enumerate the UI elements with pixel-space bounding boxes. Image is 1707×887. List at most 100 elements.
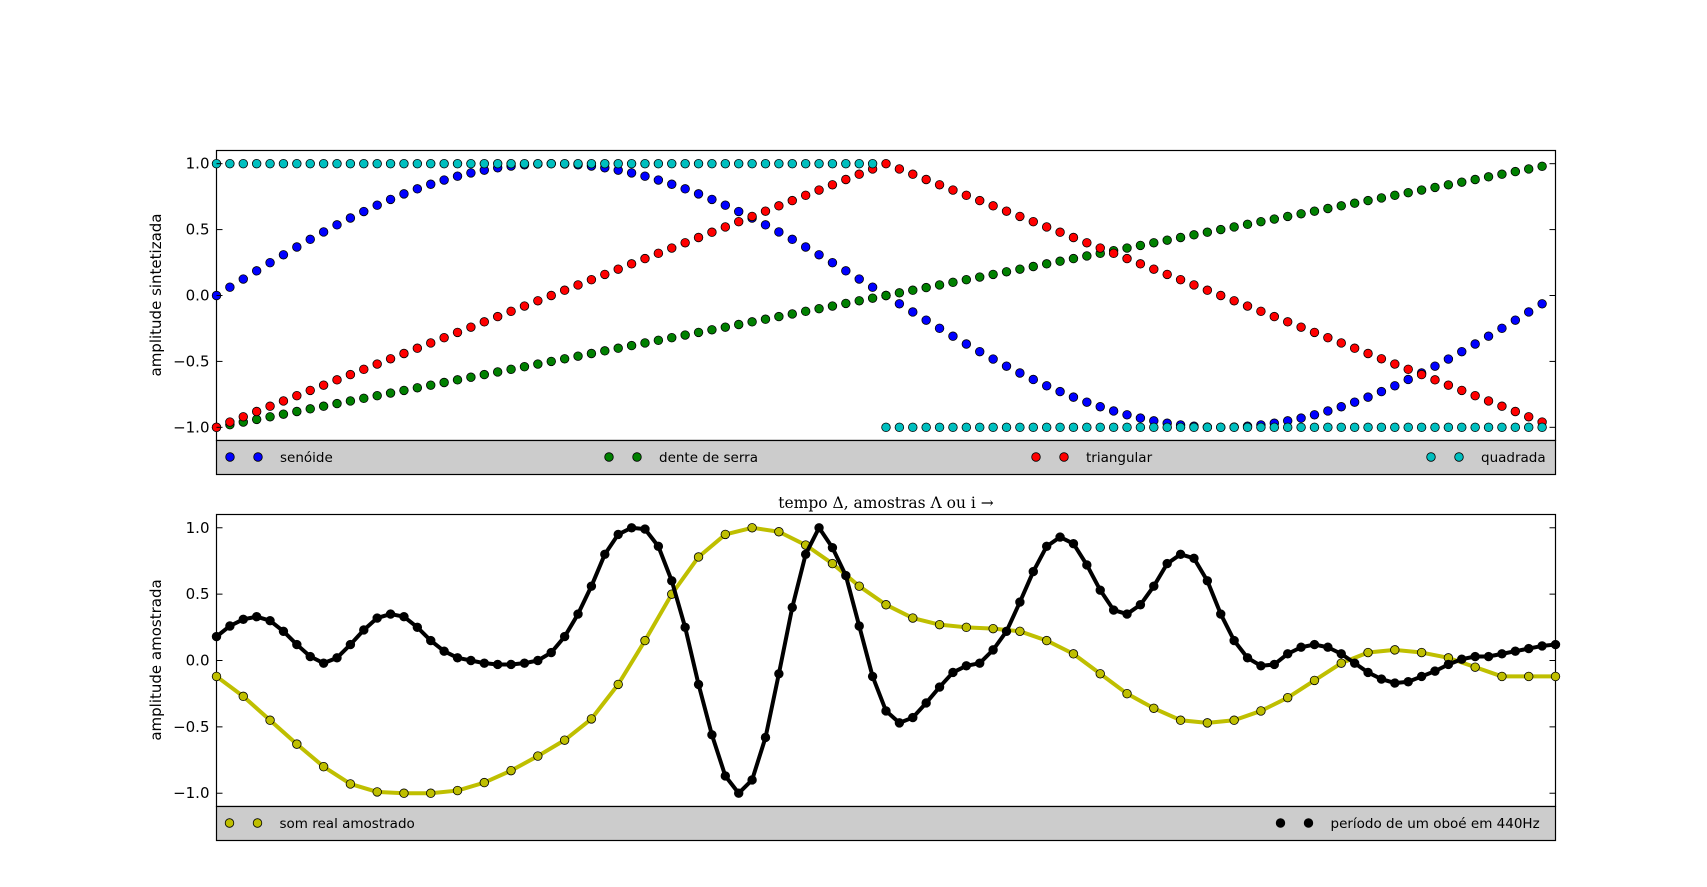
legend-label: som real amostrado — [280, 816, 415, 832]
data-point — [1349, 343, 1360, 353]
data-point — [961, 661, 972, 671]
data-point — [292, 242, 302, 252]
data-point — [1095, 585, 1105, 595]
data-point — [466, 158, 476, 169]
data-point — [479, 658, 490, 668]
legend-marker — [224, 818, 235, 828]
data-point — [265, 412, 275, 422]
legend-label: dente de serra — [659, 450, 758, 466]
data-point — [640, 253, 650, 264]
data-point — [1216, 422, 1226, 433]
data-point — [1336, 402, 1346, 412]
data-point — [305, 385, 315, 396]
data-point — [1349, 658, 1360, 668]
legend-marker — [1059, 452, 1069, 462]
data-point — [546, 356, 556, 367]
data-point — [1216, 224, 1226, 235]
data-point — [667, 576, 677, 586]
data-point — [800, 549, 811, 560]
data-point — [305, 404, 315, 414]
legend-marker — [252, 818, 263, 828]
data-point — [1108, 406, 1119, 416]
data-point — [1269, 422, 1280, 433]
data-point — [934, 682, 945, 692]
data-point — [626, 259, 637, 269]
data-point — [1189, 422, 1199, 433]
data-point — [613, 679, 623, 690]
data-point — [1470, 390, 1480, 401]
data-point — [1443, 659, 1454, 670]
data-point — [1282, 211, 1293, 222]
data-point — [934, 422, 945, 433]
data-point — [760, 314, 771, 324]
data-point — [707, 158, 717, 169]
data-point — [305, 234, 315, 245]
data-point — [439, 158, 449, 169]
data-point — [1470, 651, 1480, 662]
data-point — [519, 361, 530, 372]
data-point — [573, 280, 583, 290]
data-point — [774, 158, 784, 169]
data-point — [1309, 410, 1320, 420]
data-point — [1296, 322, 1306, 332]
data-point — [1390, 422, 1400, 433]
data-point — [653, 335, 664, 346]
data-point — [1336, 649, 1346, 659]
data-point — [278, 396, 289, 406]
data-point — [265, 401, 275, 411]
data-point — [399, 385, 409, 396]
data-point — [626, 523, 637, 533]
data-point — [1457, 654, 1467, 664]
data-point — [238, 412, 248, 422]
data-point — [921, 282, 931, 293]
data-point — [693, 552, 704, 562]
data-point — [238, 274, 248, 284]
data-point — [626, 168, 637, 178]
data-point — [1457, 385, 1467, 396]
data-point — [399, 348, 409, 359]
data-point — [1122, 243, 1132, 253]
data-point — [881, 422, 891, 433]
data-point — [1068, 422, 1079, 433]
data-point — [492, 311, 503, 322]
data-point — [908, 712, 918, 723]
data-point — [988, 422, 998, 433]
data-point — [1323, 422, 1333, 433]
data-point — [318, 761, 329, 772]
figure: 1.00.50.0−0.5−1.0 amplitude sintetizada … — [147, 149, 1561, 842]
y-tick-label: −0.5 — [173, 718, 209, 736]
data-point — [1189, 553, 1199, 564]
data-point — [814, 250, 824, 260]
data-point — [827, 301, 838, 311]
data-point — [1175, 422, 1186, 433]
data-point — [479, 777, 490, 788]
data-point — [867, 158, 878, 169]
data-point — [1122, 410, 1132, 420]
data-point — [600, 269, 610, 280]
data-point — [1229, 715, 1239, 725]
data-point — [814, 303, 824, 314]
data-point — [734, 788, 744, 798]
data-point — [613, 158, 623, 169]
data-point — [1363, 667, 1373, 678]
data-point — [1457, 177, 1467, 187]
data-point — [1135, 259, 1146, 269]
data-point — [211, 671, 222, 682]
data-point — [345, 639, 356, 650]
data-point — [466, 168, 476, 178]
data-point — [426, 635, 436, 646]
data-point — [318, 658, 329, 668]
data-point — [707, 325, 717, 335]
legend-marker — [1275, 818, 1286, 828]
data-point — [1242, 653, 1253, 663]
data-point — [948, 422, 958, 433]
data-point — [1015, 211, 1025, 222]
data-point — [1189, 280, 1199, 290]
data-point — [1095, 669, 1105, 679]
data-point — [1510, 646, 1521, 656]
data-point — [318, 380, 329, 390]
data-point — [600, 346, 610, 356]
data-point — [1055, 422, 1065, 433]
data-point — [251, 158, 262, 169]
data-point — [1443, 354, 1454, 364]
